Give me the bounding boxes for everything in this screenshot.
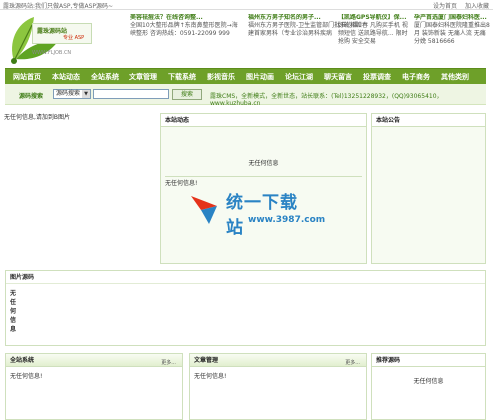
set-home-link[interactable]: 设为首页 (433, 3, 457, 10)
download-arrow-icon (191, 196, 217, 224)
nav-item-chat[interactable]: 聊天留言 (324, 72, 352, 82)
nav-item-ecommerce[interactable]: 电子商务 (402, 72, 430, 82)
logo-badge[interactable]: 露珠源码站 专业 ASP (32, 23, 92, 44)
systems-panel: 全站系统 更多... 无任何信息! (5, 353, 183, 420)
top-bar: 露珠源码站:我们只做ASP,专做ASP源码~ 设为首页 加入收藏 (0, 0, 493, 10)
picture-source-empty: 无任何信息 (10, 290, 17, 333)
logo-url: WWW.FLJOB.CN (32, 50, 72, 56)
news-panel-title: 本站动态 (161, 114, 366, 127)
search-input[interactable] (93, 89, 169, 99)
ad-body: 好礼相赠春 凡购买手机 视频短信 送凯路导航... 限时抢购 安全交易 (338, 22, 408, 45)
news-empty-top: 无任何信息 (248, 160, 279, 167)
recommended-panel-title: 推荐源码 (372, 354, 485, 367)
nav-item-other[interactable]: 其他类别 (441, 72, 469, 82)
ad-body: 厦门国泰妇科医院隆重推出8月 装饰新装 无痛人流 无痛分娩 5816666 (414, 22, 490, 45)
ad-block-3[interactable]: 【凯路GPS导航仪】保... 好礼相赠春 凡购买手机 视频短信 送凯路导航...… (338, 14, 408, 70)
nav-item-news[interactable]: 本站动态 (52, 72, 80, 82)
articles-panel-header: 文章管理 更多... (190, 354, 366, 367)
top-links: 设为首页 加入收藏 (427, 1, 489, 10)
search-button[interactable]: 搜索 (172, 89, 202, 100)
nav-item-downloads[interactable]: 下载系统 (168, 72, 196, 82)
systems-panel-header: 全站系统 更多... (6, 354, 182, 367)
notice-panel: 本站公告 (371, 113, 486, 264)
recommended-empty: 无任何信息 (413, 378, 444, 385)
search-label: 源码搜索 (19, 93, 44, 100)
picture-source-title: 图片源码 (6, 271, 485, 284)
articles-empty: 无任何信息! (194, 373, 227, 380)
nav-item-home[interactable]: 网站首页 (13, 72, 41, 82)
watermark-url: www.3987.com (248, 215, 326, 225)
search-bar: 源码搜索 源码搜索 ▼ 搜索 露珠CMS，全新模式，全新世态，站长联系：(Tel… (5, 84, 486, 107)
watermark: 统一下载站 www.3987.com (183, 188, 325, 238)
more-link[interactable]: 更多... (345, 357, 360, 370)
news-empty-bottom: 无任何信息! (165, 180, 198, 187)
add-favorite-link[interactable]: 加入收藏 (465, 3, 489, 10)
systems-panel-title: 全站系统 (10, 357, 35, 364)
more-link[interactable]: 更多... (161, 357, 176, 370)
nav-item-articles[interactable]: 文章管理 (129, 72, 157, 82)
nav-item-forum[interactable]: 论坛江湖 (285, 72, 313, 82)
left-empty-message: 无任何信息,请加到B图片 (4, 114, 71, 121)
ad-body: 全国10大整形品牌↑东南鼻整形医院→海峡整形 咨询热线：0591-22099 9… (130, 22, 238, 37)
nav-item-vote[interactable]: 投票调查 (363, 72, 391, 82)
picture-source-panel: 图片源码 无任何信息 (5, 270, 486, 346)
nav-item-media[interactable]: 影视音乐 (207, 72, 235, 82)
search-type-value: 源码搜索 (56, 90, 81, 97)
divider (165, 176, 362, 177)
nav-item-systems[interactable]: 全站系统 (91, 72, 119, 82)
main-nav: 网站首页 本站动态 全站系统 文章管理 下载系统 影视音乐 图片动画 论坛江湖 … (5, 68, 486, 84)
ad-block-1[interactable]: 美容祛痘法？在线咨询整... 全国10大整形品牌↑东南鼻整形医院→海峡整形 咨询… (130, 14, 242, 70)
chevron-down-icon[interactable]: ▼ (82, 90, 90, 98)
recommended-panel: 推荐源码 无任何信息 (371, 353, 486, 420)
site-contact-info: 露珠CMS，全新模式，全新世态，站长联系：(Tel)13251228932，(Q… (210, 93, 443, 107)
ad-title[interactable]: 孕产首选厦门国泰妇科医... (414, 14, 490, 22)
nav-item-pictures[interactable]: 图片动画 (246, 72, 274, 82)
articles-panel: 文章管理 更多... 无任何信息! (189, 353, 367, 420)
ad-title[interactable]: 美容祛痘法？在线咨询整... (130, 14, 242, 22)
site-slogan: 露珠源码站:我们只做ASP,专做ASP源码~ (3, 3, 114, 10)
systems-empty: 无任何信息! (10, 373, 43, 380)
articles-panel-title: 文章管理 (194, 357, 219, 364)
ad-title[interactable]: 【凯路GPS导航仪】保... (338, 14, 408, 22)
ad-block-4[interactable]: 孕产首选厦门国泰妇科医... 厦门国泰妇科医院隆重推出8月 装饰新装 无痛人流 … (414, 14, 490, 70)
notice-panel-title: 本站公告 (372, 114, 485, 127)
watermark-brand: 统一下载站 (226, 193, 298, 238)
logo-tagline: 专业 ASP (63, 35, 85, 41)
search-type-select[interactable]: 源码搜索 ▼ (53, 89, 91, 99)
